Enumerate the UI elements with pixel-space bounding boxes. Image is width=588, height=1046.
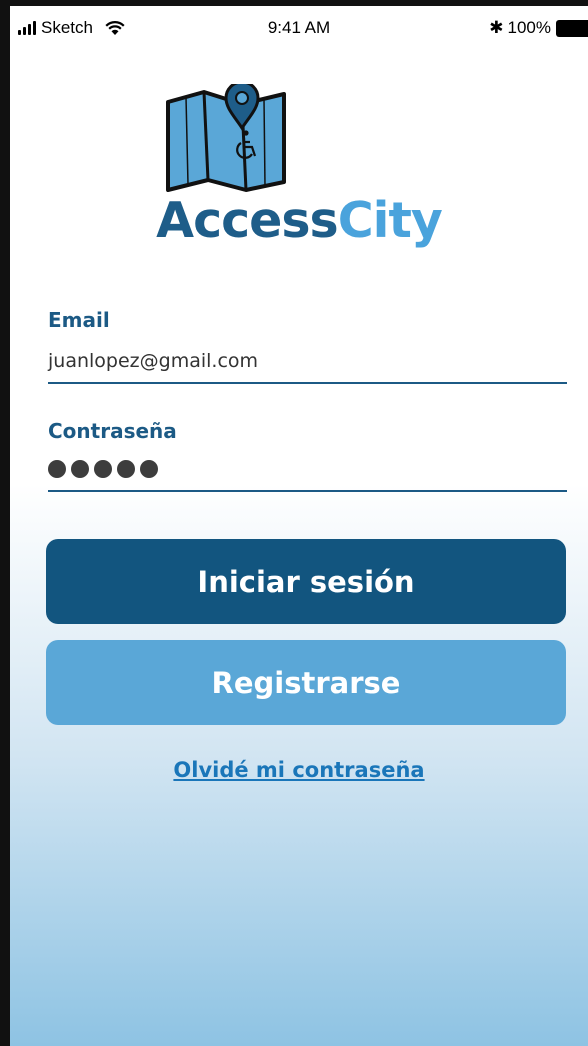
- map-logo-icon: [166, 84, 286, 192]
- forgot-password-link[interactable]: Olvidé mi contraseña: [10, 758, 588, 782]
- login-screen: Sketch 9:41 AM ✱ 100% AccessCity Email j…: [10, 6, 588, 1046]
- password-dot: [48, 460, 66, 478]
- password-dot: [71, 460, 89, 478]
- battery-icon: [556, 19, 588, 37]
- battery-percent: 100%: [507, 18, 551, 37]
- password-underline: [48, 490, 567, 492]
- email-underline: [48, 382, 567, 384]
- password-dot: [94, 460, 112, 478]
- password-field[interactable]: [48, 460, 158, 478]
- status-right: ✱ 100%: [489, 18, 588, 38]
- brand-part-city: City: [337, 192, 443, 249]
- register-button[interactable]: Registrarse: [46, 640, 566, 725]
- email-label: Email: [48, 308, 110, 332]
- password-label: Contraseña: [48, 419, 177, 443]
- brand-wordmark: AccessCity: [10, 192, 588, 249]
- brand-part-access: Access: [156, 192, 339, 249]
- status-bar: Sketch 9:41 AM ✱ 100%: [10, 6, 588, 52]
- password-dot: [140, 460, 158, 478]
- login-button[interactable]: Iniciar sesión: [46, 539, 566, 624]
- bluetooth-icon: ✱: [489, 18, 504, 37]
- email-field[interactable]: juanlopez@gmail.com: [48, 350, 258, 372]
- password-dot: [117, 460, 135, 478]
